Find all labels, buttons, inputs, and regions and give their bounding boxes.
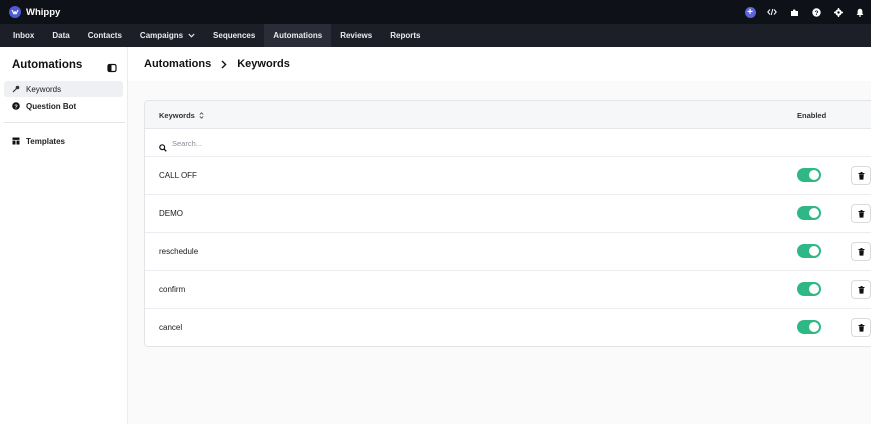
trash-icon <box>858 205 865 223</box>
nav-inbox[interactable]: Inbox <box>0 24 43 47</box>
nav-data[interactable]: Data <box>43 24 78 47</box>
nav-contacts[interactable]: Contacts <box>79 24 131 47</box>
keyword-label[interactable]: reschedule <box>159 247 198 256</box>
enabled-toggle[interactable] <box>797 244 821 258</box>
sidebar-item-question-bot[interactable]: ? Question Bot <box>4 98 123 114</box>
gear-icon[interactable] <box>827 0 849 24</box>
column-header-label: Keywords <box>159 111 195 120</box>
keyword-label[interactable]: confirm <box>159 285 185 294</box>
table-row: reschedule <box>145 233 871 271</box>
puzzle-icon[interactable] <box>783 0 805 24</box>
svg-text:?: ? <box>814 10 818 17</box>
table-row: DEMO <box>145 195 871 233</box>
table-row: CALL OFF <box>145 157 871 195</box>
delete-button[interactable] <box>851 204 871 223</box>
sidebar-collapse-icon[interactable] <box>107 60 117 73</box>
trash-icon <box>858 243 865 261</box>
main-nav: Inbox Data Contacts Campaigns Sequences … <box>0 24 871 47</box>
table-header: Keywords Enabled <box>145 101 871 129</box>
column-header-keywords[interactable]: Keywords <box>159 111 204 120</box>
main-content: Automations Keywords Keywords Enabled C <box>128 47 871 424</box>
enabled-toggle[interactable] <box>797 320 821 334</box>
whippy-logo-icon <box>9 6 21 18</box>
question-circle-icon: ? <box>11 101 21 111</box>
app-name: Whippy <box>26 6 61 18</box>
nav-automations[interactable]: Automations <box>264 24 332 47</box>
trash-icon <box>858 319 865 337</box>
sidebar-item-templates[interactable]: Templates <box>4 133 123 149</box>
key-icon <box>11 84 21 94</box>
enabled-toggle[interactable] <box>797 282 821 296</box>
trash-icon <box>858 167 865 185</box>
nav-campaigns[interactable]: Campaigns <box>131 24 204 47</box>
sidebar: Automations Keywords ? Question Bot Temp… <box>0 47 128 424</box>
top-icons: + ? <box>739 0 871 24</box>
page-header: Automations Keywords <box>128 47 871 81</box>
delete-button[interactable] <box>851 280 871 299</box>
table-row: cancel <box>145 309 871 346</box>
top-bar: Whippy + ? <box>0 0 871 24</box>
plus-icon[interactable]: + <box>739 0 761 24</box>
breadcrumb-parent[interactable]: Automations <box>144 58 211 70</box>
nav-reports[interactable]: Reports <box>381 24 429 47</box>
svg-text:?: ? <box>14 104 18 110</box>
delete-button[interactable] <box>851 318 871 337</box>
code-icon[interactable] <box>761 0 783 24</box>
search-row <box>145 129 871 157</box>
brand[interactable]: Whippy <box>9 6 60 18</box>
breadcrumb-current: Keywords <box>237 58 290 70</box>
enabled-toggle[interactable] <box>797 168 821 182</box>
nav-campaigns-label: Campaigns <box>139 31 184 40</box>
search-input[interactable] <box>172 136 672 150</box>
nav-sequences[interactable]: Sequences <box>204 24 264 47</box>
keyword-label[interactable]: DEMO <box>159 209 183 218</box>
chevron-down-icon <box>188 33 195 38</box>
sort-icon[interactable] <box>199 112 204 119</box>
table-row: confirm <box>145 271 871 309</box>
sidebar-item-keywords[interactable]: Keywords <box>4 81 123 97</box>
sidebar-title: Automations <box>12 59 83 71</box>
keyword-label[interactable]: cancel <box>159 323 182 332</box>
delete-button[interactable] <box>851 166 871 185</box>
keyword-label[interactable]: CALL OFF <box>159 171 197 180</box>
help-icon[interactable]: ? <box>805 0 827 24</box>
chevron-right-icon <box>221 59 227 69</box>
sidebar-divider <box>4 122 125 123</box>
column-header-enabled: Enabled <box>797 111 827 120</box>
nav-reviews[interactable]: Reviews <box>331 24 381 47</box>
enabled-toggle[interactable] <box>797 206 821 220</box>
keywords-table: Keywords Enabled CALL OFF DEMO <box>144 100 871 347</box>
sidebar-item-label: Templates <box>26 136 65 146</box>
breadcrumb: Automations Keywords <box>144 58 290 70</box>
sidebar-item-label: Keywords <box>26 84 62 94</box>
sidebar-item-label: Question Bot <box>26 101 77 111</box>
template-icon <box>11 136 21 146</box>
search-icon <box>159 139 167 152</box>
delete-button[interactable] <box>851 242 871 261</box>
trash-icon <box>858 281 865 299</box>
bell-icon[interactable] <box>849 0 871 24</box>
